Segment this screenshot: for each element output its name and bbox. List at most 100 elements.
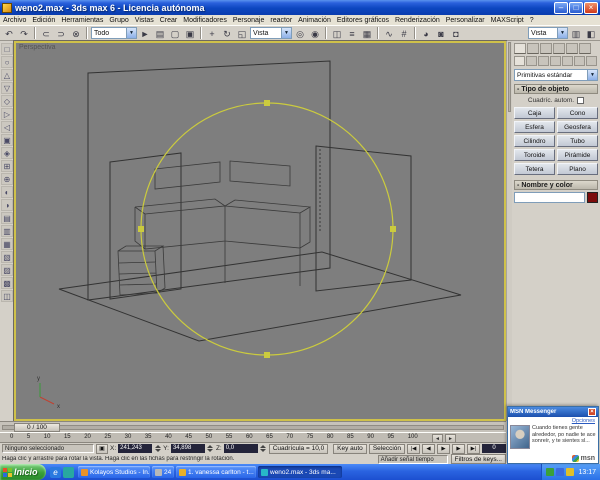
- left-tool-icon[interactable]: ◫: [1, 290, 13, 302]
- left-tool-icon[interactable]: ▥: [1, 225, 13, 237]
- gizmo-handle-left[interactable]: [138, 226, 144, 232]
- time-slider[interactable]: 0 / 100: [0, 421, 506, 432]
- left-tool-icon[interactable]: ▦: [1, 238, 13, 250]
- redo-icon[interactable]: ↷: [17, 26, 31, 40]
- rotate-gizmo[interactable]: [138, 100, 396, 358]
- menu-renderizacion[interactable]: Renderización: [392, 17, 443, 24]
- gizmo-handle-right[interactable]: [390, 226, 396, 232]
- rollout-object-type[interactable]: - Tipo de objeto: [514, 84, 598, 94]
- tab-modify-icon[interactable]: [527, 43, 539, 54]
- tab-utilities-icon[interactable]: [579, 43, 591, 54]
- selection-filter-dropdown[interactable]: Todo ▼: [91, 27, 137, 39]
- menu-editores-graficos[interactable]: Editores gráficos: [334, 17, 392, 24]
- left-tool-icon[interactable]: ▤: [1, 212, 13, 224]
- menu-grupo[interactable]: Grupo: [106, 17, 131, 24]
- trackbar-prev-key-button[interactable]: ◄: [432, 434, 443, 443]
- go-to-start-icon[interactable]: |◀: [407, 443, 420, 454]
- track-bar[interactable]: 0 5 10 15 20 25 30 35 40 45 50 55 60 65 …: [0, 432, 506, 443]
- lock-selection-icon[interactable]: ▣: [96, 443, 108, 454]
- cat-spacewarps-icon[interactable]: [574, 56, 585, 66]
- y-coordinate-field[interactable]: 34,898: [170, 444, 205, 453]
- menu-personaje[interactable]: Personaje: [230, 17, 268, 24]
- unlink-icon[interactable]: ⊃: [54, 26, 68, 40]
- key-filters-button[interactable]: Filtros de keys...: [450, 454, 506, 464]
- left-tool-icon[interactable]: ▽: [1, 82, 13, 94]
- menu-ayuda[interactable]: ?: [527, 17, 537, 24]
- tray-messenger-icon[interactable]: [556, 468, 565, 476]
- mirror-icon[interactable]: ◫: [330, 26, 344, 40]
- render-view-dropdown[interactable]: Vista ▼: [528, 27, 568, 39]
- menu-vistas[interactable]: Vistas: [132, 17, 157, 24]
- render-last-icon[interactable]: ▥: [569, 26, 583, 40]
- bind-spacewarp-icon[interactable]: ⊗: [69, 26, 83, 40]
- menu-crear[interactable]: Crear: [157, 17, 181, 24]
- menu-archivo[interactable]: Archivo: [0, 17, 29, 24]
- left-tool-icon[interactable]: ▷: [1, 108, 13, 120]
- x-spinner[interactable]: [154, 444, 161, 453]
- left-tool-icon[interactable]: ⊕: [1, 173, 13, 185]
- cat-geometry-icon[interactable]: [514, 56, 525, 66]
- manipulate-icon[interactable]: ◉: [308, 26, 322, 40]
- minimize-button[interactable]: –: [554, 1, 568, 14]
- trackbar-next-key-button[interactable]: ►: [445, 434, 456, 443]
- rotate-gizmo-circle[interactable]: [140, 102, 394, 356]
- msn-close-icon[interactable]: ×: [588, 408, 596, 416]
- autogrid-checkbox[interactable]: [577, 96, 585, 104]
- scrollbar-thumb[interactable]: [508, 42, 511, 112]
- object-button-tubo[interactable]: Tubo: [557, 135, 598, 147]
- taskbar-clock[interactable]: 13:17: [578, 469, 596, 476]
- align-icon[interactable]: ≡: [345, 26, 359, 40]
- add-time-tag[interactable]: Añadir señal tiempo: [377, 454, 448, 464]
- maximize-button[interactable]: □: [569, 1, 583, 14]
- close-button[interactable]: ×: [584, 1, 598, 14]
- select-by-name-icon[interactable]: ▤: [153, 26, 167, 40]
- select-object-icon[interactable]: ►: [138, 26, 152, 40]
- curve-editor-icon[interactable]: ∿: [382, 26, 396, 40]
- left-tool-icon[interactable]: ◁: [1, 121, 13, 133]
- left-tool-icon[interactable]: ◇: [1, 95, 13, 107]
- undo-icon[interactable]: ↶: [2, 26, 16, 40]
- taskbar-item-vanessa-carlton[interactable]: 1. vanessa carlton - t...: [176, 466, 256, 478]
- menu-animacion[interactable]: Animación: [295, 17, 334, 24]
- select-link-icon[interactable]: ⊂: [39, 26, 53, 40]
- object-button-esfera[interactable]: Esfera: [514, 121, 555, 133]
- grid-setting-button[interactable]: Cuadrícula = 10,0: [268, 443, 329, 454]
- viewport-label[interactable]: Perspectiva: [19, 44, 56, 51]
- previous-frame-icon[interactable]: ◀: [422, 443, 435, 454]
- object-name-input[interactable]: [514, 192, 585, 203]
- cat-shapes-icon[interactable]: [526, 56, 537, 66]
- left-tool-icon[interactable]: ○: [1, 56, 13, 68]
- object-button-piramide[interactable]: Pirámide: [557, 149, 598, 161]
- auto-key-button[interactable]: Key auto: [333, 443, 367, 454]
- left-tool-icon[interactable]: ▧: [1, 251, 13, 263]
- menu-reactor[interactable]: reactor: [267, 17, 295, 24]
- object-button-toroide[interactable]: Toroide: [514, 149, 555, 161]
- object-button-cono[interactable]: Cono: [557, 107, 598, 119]
- reference-coordsys-dropdown[interactable]: Vista ▼: [250, 27, 292, 39]
- wireframe-floor-plane[interactable]: [58, 251, 462, 342]
- left-tool-icon[interactable]: ⊞: [1, 160, 13, 172]
- left-tool-icon[interactable]: △: [1, 69, 13, 81]
- render-options-icon[interactable]: ◧: [584, 26, 598, 40]
- play-icon[interactable]: ▶: [437, 443, 450, 454]
- use-center-icon[interactable]: ◎: [293, 26, 307, 40]
- tray-volume-icon[interactable]: [566, 468, 575, 476]
- taskbar-item-24[interactable]: 24: [152, 466, 174, 478]
- left-tool-icon[interactable]: ◑: [1, 199, 13, 211]
- msn-title-bar[interactable]: MSN Messenger ×: [508, 407, 598, 417]
- menu-herramientas[interactable]: Herramientas: [58, 17, 106, 24]
- schematic-view-icon[interactable]: #: [397, 26, 411, 40]
- left-tool-icon[interactable]: ▩: [1, 277, 13, 289]
- layers-icon[interactable]: ▦: [360, 26, 374, 40]
- show-desktop-icon[interactable]: [63, 466, 74, 478]
- left-tool-icon[interactable]: ◈: [1, 147, 13, 159]
- taskbar-item-3dsmax[interactable]: weno2.max - 3ds ma...: [258, 466, 342, 478]
- tab-create-icon[interactable]: [514, 43, 526, 54]
- internet-explorer-icon[interactable]: e: [50, 466, 61, 478]
- object-color-swatch[interactable]: [587, 192, 598, 203]
- cat-systems-icon[interactable]: [586, 56, 597, 66]
- rollout-name-color[interactable]: - Nombre y color: [514, 180, 598, 190]
- gizmo-handle-bottom[interactable]: [264, 352, 270, 358]
- current-frame-field[interactable]: 0: [482, 444, 506, 453]
- cat-lights-icon[interactable]: [538, 56, 549, 66]
